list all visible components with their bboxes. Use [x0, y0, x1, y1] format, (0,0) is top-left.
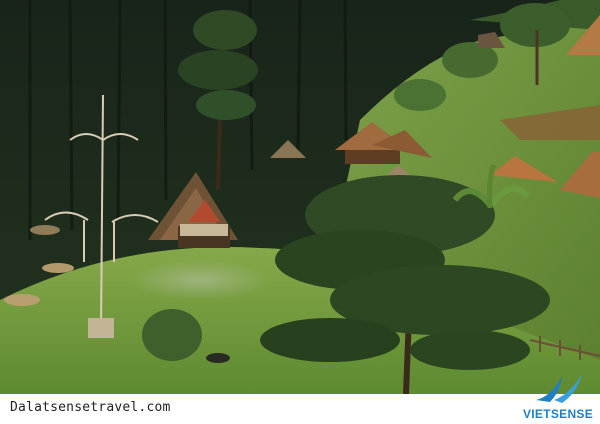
- photo-illustration: [0, 0, 600, 394]
- landscape-photo: [0, 0, 600, 394]
- vietsense-logo: VIETSENSE: [518, 370, 598, 422]
- brand-name: VIETSENSE: [522, 407, 594, 421]
- smoke-haze: [130, 260, 270, 300]
- bird-wing-icon: [536, 374, 582, 403]
- caption-bar: Dalatsensetravel.com: [0, 394, 600, 424]
- site-url-watermark: Dalatsensetravel.com: [10, 400, 171, 415]
- foreground-bush: [142, 309, 202, 361]
- people-sitting: [206, 353, 230, 363]
